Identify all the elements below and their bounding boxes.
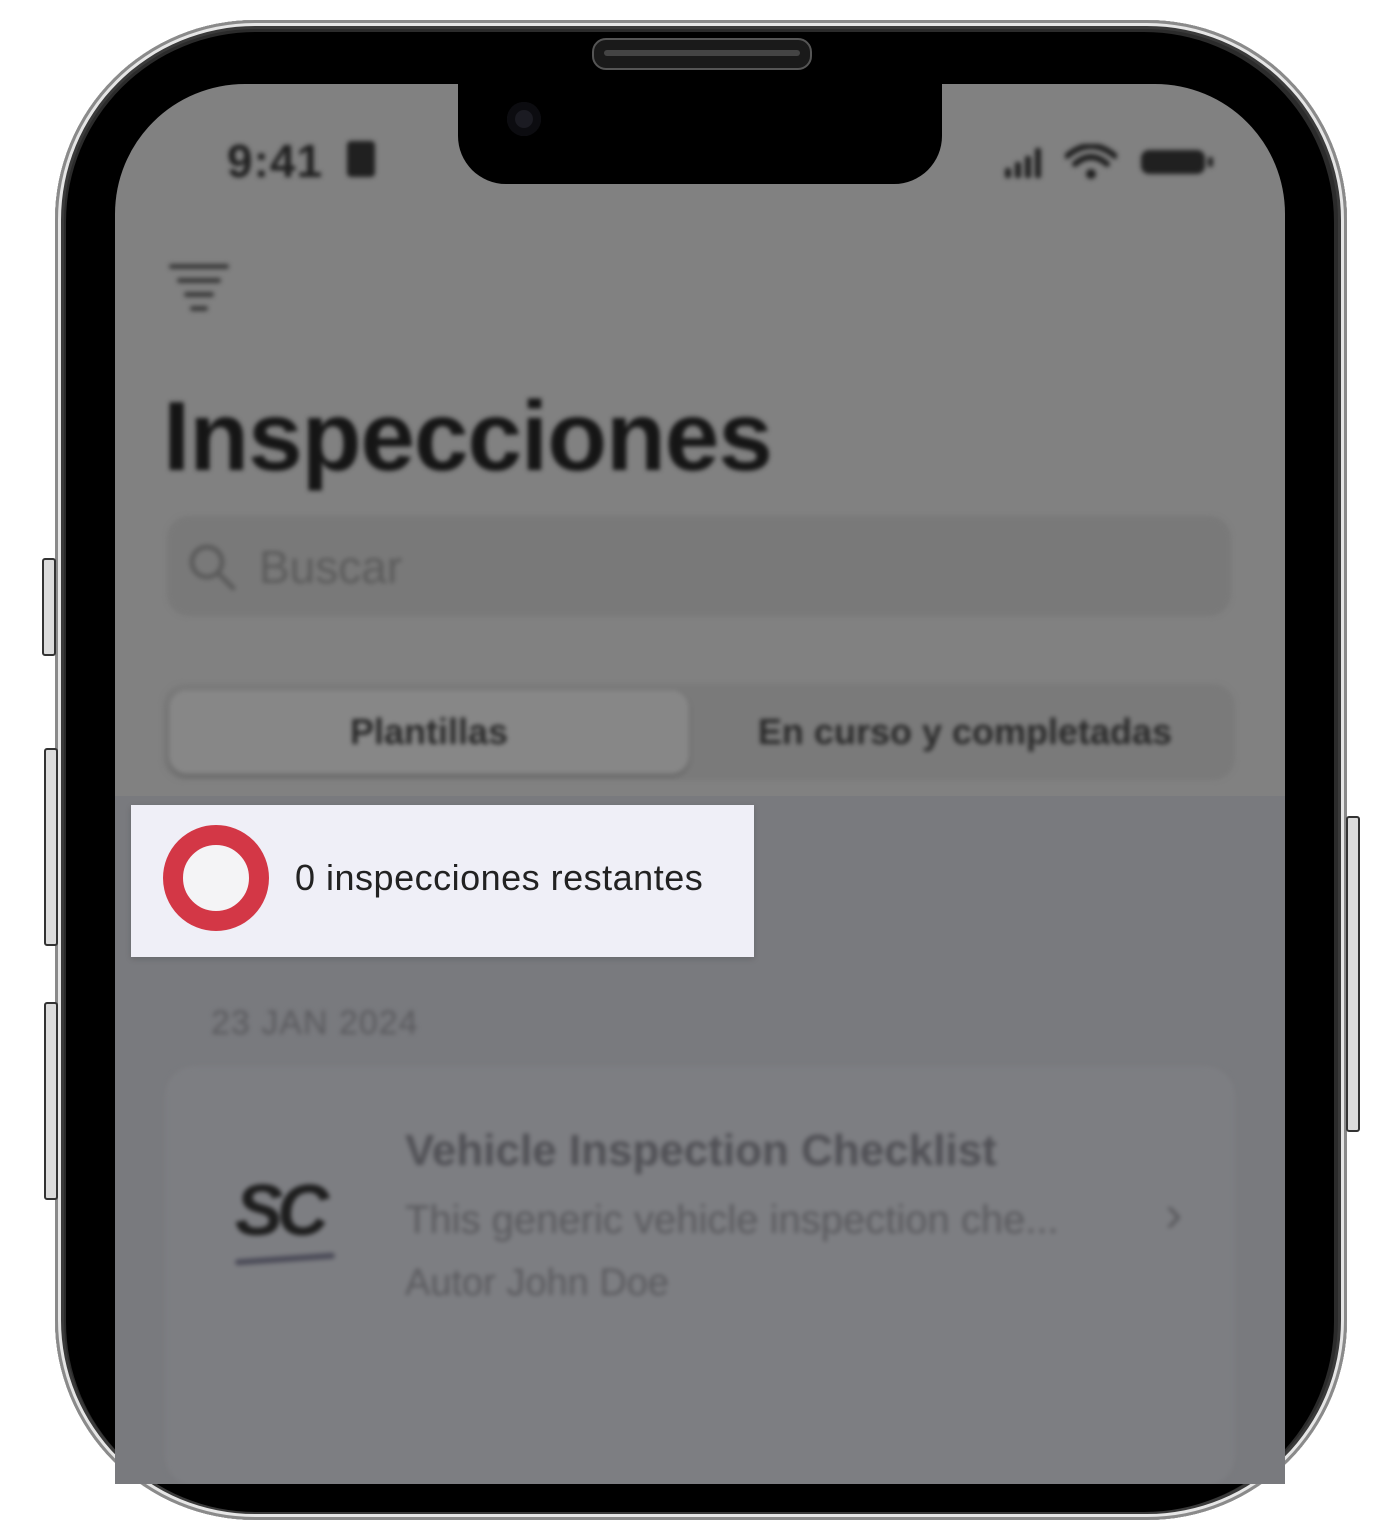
list-item[interactable]: SC Vehicle Inspection Checklist This gen… <box>165 1066 1235 1484</box>
battery-icon <box>1141 150 1213 174</box>
logo-underline <box>234 1252 336 1266</box>
item-title: Vehicle Inspection Checklist <box>405 1126 997 1175</box>
search-icon <box>189 544 236 591</box>
front-camera <box>507 102 541 136</box>
date-section-header: 23 JAN 2024 <box>211 1004 419 1042</box>
page-title: Inspecciones <box>163 381 773 491</box>
chevron-right-icon: › <box>1165 1185 1183 1243</box>
segmented-control: Plantillas En curso y completadas <box>163 684 1235 780</box>
app-screen: 9:41 Inspecciones Buscar Plantillas En c… <box>115 84 1285 1484</box>
search-placeholder: Buscar <box>259 541 403 593</box>
tab-en-curso-y-completadas[interactable]: En curso y completadas <box>699 690 1231 774</box>
phone-volume-down <box>44 1002 58 1200</box>
cellular-signal-icon <box>1005 146 1041 178</box>
progress-ring-icon <box>163 825 269 931</box>
orientation-lock-icon <box>347 141 375 177</box>
phone-power-button <box>1346 816 1360 1132</box>
item-author: Autor John Doe <box>405 1262 670 1304</box>
inspections-remaining-banner: 0 inspecciones restantes <box>131 805 754 957</box>
item-description: This generic vehicle inspection che... <box>405 1198 1059 1242</box>
phone-mute-switch <box>42 558 56 656</box>
status-time: 9:41 <box>227 135 324 187</box>
tab-plantillas[interactable]: Plantillas <box>169 690 689 774</box>
phone-volume-up <box>44 748 58 946</box>
wifi-icon <box>1065 144 1117 179</box>
status-indicators <box>1005 144 1213 180</box>
template-logo: SC <box>235 1171 329 1251</box>
search-input[interactable]: Buscar <box>167 516 1231 616</box>
filter-icon[interactable] <box>169 264 229 312</box>
earpiece-speaker <box>592 38 812 70</box>
inspections-remaining-text: 0 inspecciones restantes <box>295 857 704 898</box>
